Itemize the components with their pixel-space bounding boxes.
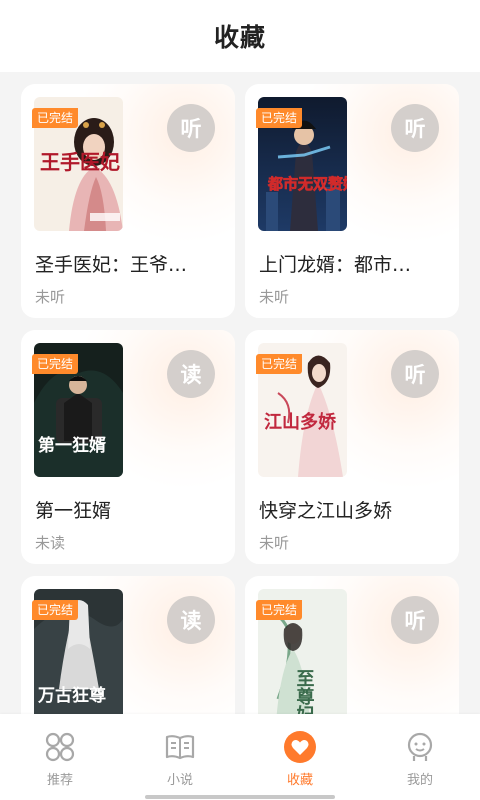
book-status: 未听 (259, 534, 290, 552)
home-indicator[interactable] (145, 795, 335, 799)
book-card[interactable]: 至尊妃 已完结 听 (245, 576, 459, 714)
book-title[interactable]: 第一狂婿 (35, 496, 225, 523)
completed-badge: 已完结 (256, 600, 303, 620)
book-card[interactable]: 都市无双赘婿 已完结 听 上门龙婿：都市… 未听 (245, 84, 459, 318)
completed-badge: 已完结 (32, 354, 79, 374)
tab-label: 推荐 (46, 773, 73, 788)
book-card[interactable]: 第一狂婿 已完结 读 第一狂婿 未读 (21, 330, 235, 564)
book-status: 未听 (35, 288, 66, 306)
cover-title-text: 江山多娇 (264, 411, 337, 433)
page-title: 收藏 (213, 23, 266, 52)
book-status: 未听 (259, 288, 290, 306)
tab-favorites[interactable]: 收藏 (240, 714, 360, 800)
tab-label: 我的 (406, 773, 433, 788)
completed-badge: 已完结 (256, 354, 303, 374)
heart-icon (283, 730, 317, 764)
cover-title-text: 都市无双赘婿 (267, 175, 347, 193)
book-title[interactable]: 上门龙婿：都市… (259, 250, 449, 277)
cover-title-text: 至尊妃 (294, 669, 315, 714)
listen-button[interactable]: 听 (167, 104, 215, 152)
book-title[interactable]: 快穿之江山多娇 (259, 496, 449, 523)
listen-button[interactable]: 听 (391, 104, 439, 152)
tab-recommend[interactable]: 推荐 (0, 714, 120, 800)
listen-button[interactable]: 听 (391, 596, 439, 644)
book-card[interactable]: 万古狂尊 已完结 读 (21, 576, 235, 714)
cover-title-text: 万古狂尊 (37, 685, 106, 706)
header: 收藏 (0, 0, 480, 72)
book-card[interactable]: 江山多娇 已完结 听 快穿之江山多娇 未听 (245, 330, 459, 564)
completed-badge: 已完结 (32, 600, 79, 620)
book-card[interactable]: 王手医妃 已完结 听 圣手医妃：王爷… 未听 (21, 84, 235, 318)
user-icon (403, 730, 437, 764)
cover-title-text: 第一狂婿 (38, 435, 106, 456)
grid-icon (43, 730, 77, 764)
completed-badge: 已完结 (32, 108, 79, 128)
read-button[interactable]: 读 (167, 350, 215, 398)
listen-button[interactable]: 听 (391, 350, 439, 398)
tab-novel[interactable]: 小说 (120, 714, 240, 800)
completed-badge: 已完结 (256, 108, 303, 128)
book-status: 未读 (35, 534, 66, 552)
favorites-grid: 王手医妃 已完结 听 圣手医妃：王爷… 未听 都市无双赘 已完结 听 上门龙婿：… (0, 72, 480, 714)
book-icon (163, 730, 197, 764)
tab-label: 小说 (166, 773, 193, 788)
tab-mine[interactable]: 我的 (360, 714, 480, 800)
bottom-tab-bar: 推荐 小说 收藏 我的 (0, 714, 480, 800)
tab-label: 收藏 (286, 773, 313, 788)
cover-title-text: 王手医妃 (40, 150, 120, 174)
read-button[interactable]: 读 (167, 596, 215, 644)
book-title[interactable]: 圣手医妃：王爷… (35, 250, 225, 277)
